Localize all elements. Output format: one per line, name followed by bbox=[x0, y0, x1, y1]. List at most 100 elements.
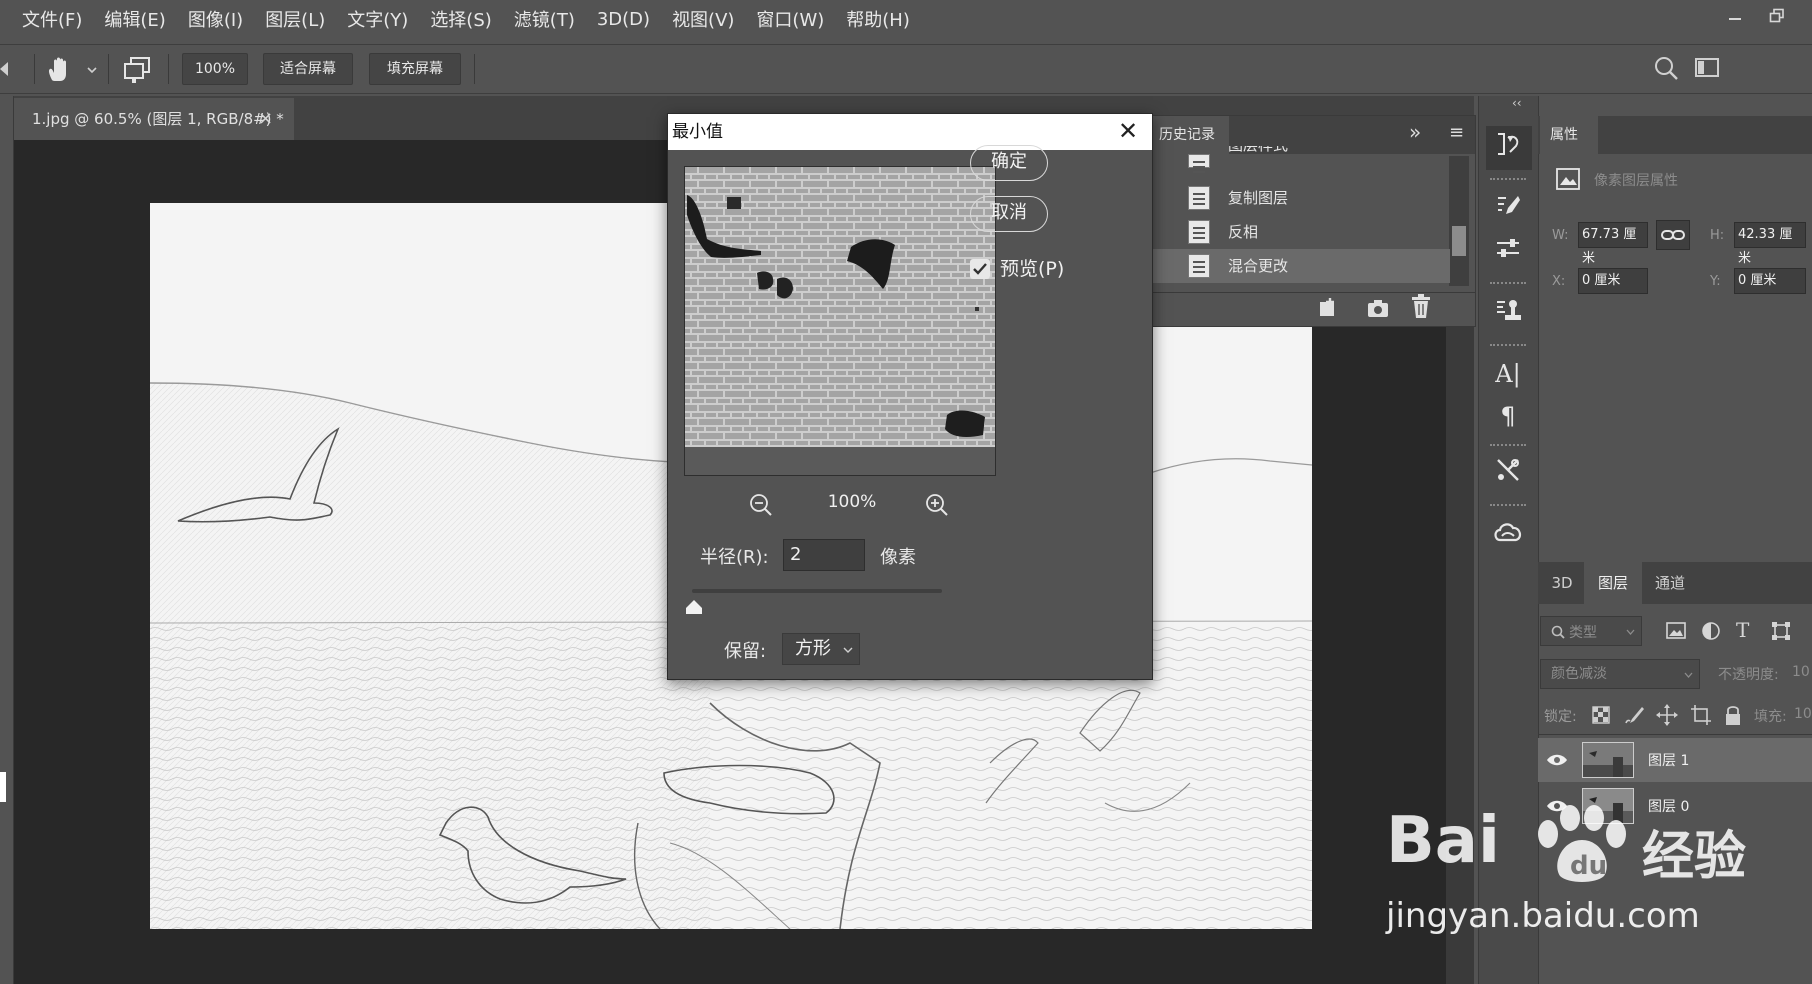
preserve-select-value: 方形 bbox=[795, 638, 831, 659]
menu-edit[interactable]: 编辑(E) bbox=[104, 6, 165, 32]
creative-cloud-libraries-icon[interactable] bbox=[1490, 518, 1526, 554]
fill-value[interactable]: 10 bbox=[1794, 706, 1812, 722]
search-icon bbox=[1551, 625, 1565, 639]
fill-screen-button[interactable]: 填充屏幕 bbox=[369, 53, 461, 85]
watermark-brand-tail: 经验 bbox=[1642, 827, 1747, 887]
tab-layers[interactable]: 图层 bbox=[1584, 562, 1642, 604]
menu-image[interactable]: 图像(I) bbox=[188, 6, 243, 32]
layer-row-selected[interactable]: 图层 1 bbox=[1538, 738, 1812, 782]
history-scrollbar[interactable] bbox=[1449, 156, 1469, 286]
hand-tool-icon[interactable] bbox=[44, 54, 100, 86]
divider bbox=[34, 54, 35, 84]
height-field[interactable]: 42.33 厘米 bbox=[1734, 222, 1806, 266]
menu-help[interactable]: 帮助(H) bbox=[846, 6, 910, 32]
preserve-select[interactable]: 方形 bbox=[782, 633, 860, 665]
lock-all-icon[interactable] bbox=[1724, 704, 1742, 726]
lock-transparent-pixels-icon[interactable] bbox=[1592, 706, 1610, 724]
minimize-icon[interactable] bbox=[1718, 6, 1752, 32]
fit-screen-button[interactable]: 适合屏幕 bbox=[263, 53, 353, 85]
menu-bar: 文件(F) 编辑(E) 图像(I) 图层(L) 文字(Y) 选择(S) 滤镜(T… bbox=[0, 0, 1812, 38]
opacity-value[interactable]: 10 bbox=[1792, 664, 1812, 680]
blend-mode-value: 颜色减淡 bbox=[1551, 666, 1607, 682]
width-field[interactable]: 67.73 厘米 bbox=[1578, 222, 1648, 266]
filter-adjustment-layer-icon[interactable] bbox=[1700, 620, 1722, 642]
adjustments-slider-icon[interactable] bbox=[1490, 234, 1526, 270]
radius-slider-track[interactable] bbox=[692, 589, 942, 593]
layer-filter-select[interactable]: 类型 bbox=[1540, 616, 1642, 646]
preview-checkbox-label: 预览(P) bbox=[1000, 258, 1065, 280]
radius-input[interactable]: 2 bbox=[783, 539, 865, 571]
chevron-down-icon bbox=[1626, 629, 1635, 635]
y-field[interactable]: 0 厘米 bbox=[1734, 268, 1806, 294]
cancel-button[interactable]: 取消 bbox=[970, 196, 1048, 232]
lock-position-icon[interactable] bbox=[1656, 704, 1678, 726]
menu-3d[interactable]: 3D(D) bbox=[597, 9, 650, 30]
trash-icon[interactable] bbox=[1410, 294, 1432, 320]
divider bbox=[474, 54, 475, 84]
search-icon[interactable] bbox=[1652, 54, 1680, 82]
zoom-in-icon[interactable] bbox=[924, 492, 950, 518]
filter-type-layer-icon[interactable]: T bbox=[1736, 618, 1758, 642]
panel-expand-icon[interactable]: » bbox=[1409, 120, 1421, 144]
menu-file[interactable]: 文件(F) bbox=[22, 6, 82, 32]
lock-artboard-icon[interactable] bbox=[1690, 704, 1712, 726]
menu-view[interactable]: 视图(V) bbox=[672, 6, 734, 32]
history-brush-icon[interactable] bbox=[1490, 130, 1526, 166]
menu-layer[interactable]: 图层(L) bbox=[265, 6, 325, 32]
svg-text:du: du bbox=[1570, 851, 1607, 881]
document-tab[interactable]: 1.jpg @ 60.5% (图层 1, RGB/8#) * × bbox=[14, 98, 294, 140]
close-icon[interactable]: ✕ bbox=[1114, 114, 1142, 150]
toolbar-strip bbox=[0, 96, 14, 984]
filter-shape-layer-icon[interactable] bbox=[1770, 620, 1792, 642]
tab-3d[interactable]: 3D bbox=[1540, 562, 1584, 604]
workspace-icon[interactable] bbox=[1694, 56, 1722, 80]
toolbar-edge-marker bbox=[0, 772, 6, 802]
fill-label: 填充: bbox=[1754, 709, 1787, 725]
chevron-down-icon bbox=[1684, 672, 1693, 678]
properties-subtitle: 像素图层属性 bbox=[1594, 173, 1678, 189]
ok-button[interactable]: 确定 bbox=[970, 145, 1048, 181]
camera-snapshot-icon[interactable] bbox=[1366, 296, 1390, 320]
collapse-panels-icon[interactable]: ‹‹ bbox=[1512, 96, 1522, 110]
menu-select[interactable]: 选择(S) bbox=[430, 6, 491, 32]
preview-checkbox[interactable] bbox=[970, 259, 990, 279]
history-item-label: 反相 bbox=[1228, 223, 1259, 241]
history-item-label: 混合更改 bbox=[1228, 257, 1289, 275]
filter-preview[interactable] bbox=[684, 166, 996, 476]
history-scroll-thumb[interactable] bbox=[1452, 226, 1466, 256]
filter-pixel-layer-icon[interactable] bbox=[1664, 620, 1688, 642]
document-close-icon[interactable]: × bbox=[258, 98, 273, 140]
scroll-all-windows-icon[interactable] bbox=[122, 55, 152, 85]
brush-settings-icon[interactable] bbox=[1490, 192, 1526, 228]
clone-source-icon[interactable] bbox=[1490, 296, 1526, 332]
panel-menu-icon[interactable]: ≡ bbox=[1449, 122, 1464, 143]
divider bbox=[108, 54, 109, 84]
zoom-out-icon[interactable] bbox=[748, 492, 774, 518]
pixel-layer-icon bbox=[1556, 168, 1580, 190]
menu-window[interactable]: 窗口(W) bbox=[756, 6, 824, 32]
watermark-brand: Bai bbox=[1386, 804, 1500, 878]
divider bbox=[1538, 734, 1812, 735]
link-dimensions-icon[interactable] bbox=[1656, 220, 1690, 250]
radius-slider-handle[interactable] bbox=[686, 599, 702, 614]
tool-presets-icon[interactable] bbox=[1490, 456, 1526, 492]
layer-thumbnail bbox=[1582, 742, 1634, 778]
menu-filter[interactable]: 滤镜(T) bbox=[514, 6, 575, 32]
chevron-down-icon bbox=[843, 647, 853, 653]
lock-image-pixels-icon[interactable] bbox=[1624, 705, 1644, 725]
layer-filter-placeholder: 类型 bbox=[1569, 625, 1597, 641]
character-panel-icon[interactable]: A| bbox=[1490, 356, 1526, 392]
x-field[interactable]: 0 厘米 bbox=[1578, 268, 1648, 294]
tab-channels[interactable]: 通道 bbox=[1642, 562, 1698, 604]
w-label: W: bbox=[1552, 228, 1569, 243]
home-icon[interactable] bbox=[0, 60, 10, 82]
restore-window-icon[interactable] bbox=[1760, 6, 1794, 32]
menu-type[interactable]: 文字(Y) bbox=[347, 6, 408, 32]
zoom-100-button[interactable]: 100% bbox=[182, 53, 248, 85]
eye-visibility-icon[interactable] bbox=[1546, 753, 1568, 767]
dialog-title: 最小值 bbox=[668, 114, 1152, 150]
paragraph-panel-icon[interactable]: ¶ bbox=[1490, 398, 1526, 434]
blend-mode-select[interactable]: 颜色减淡 bbox=[1540, 659, 1700, 689]
new-document-from-state-icon[interactable] bbox=[1316, 296, 1340, 320]
properties-tab[interactable]: 属性 bbox=[1540, 116, 1598, 154]
